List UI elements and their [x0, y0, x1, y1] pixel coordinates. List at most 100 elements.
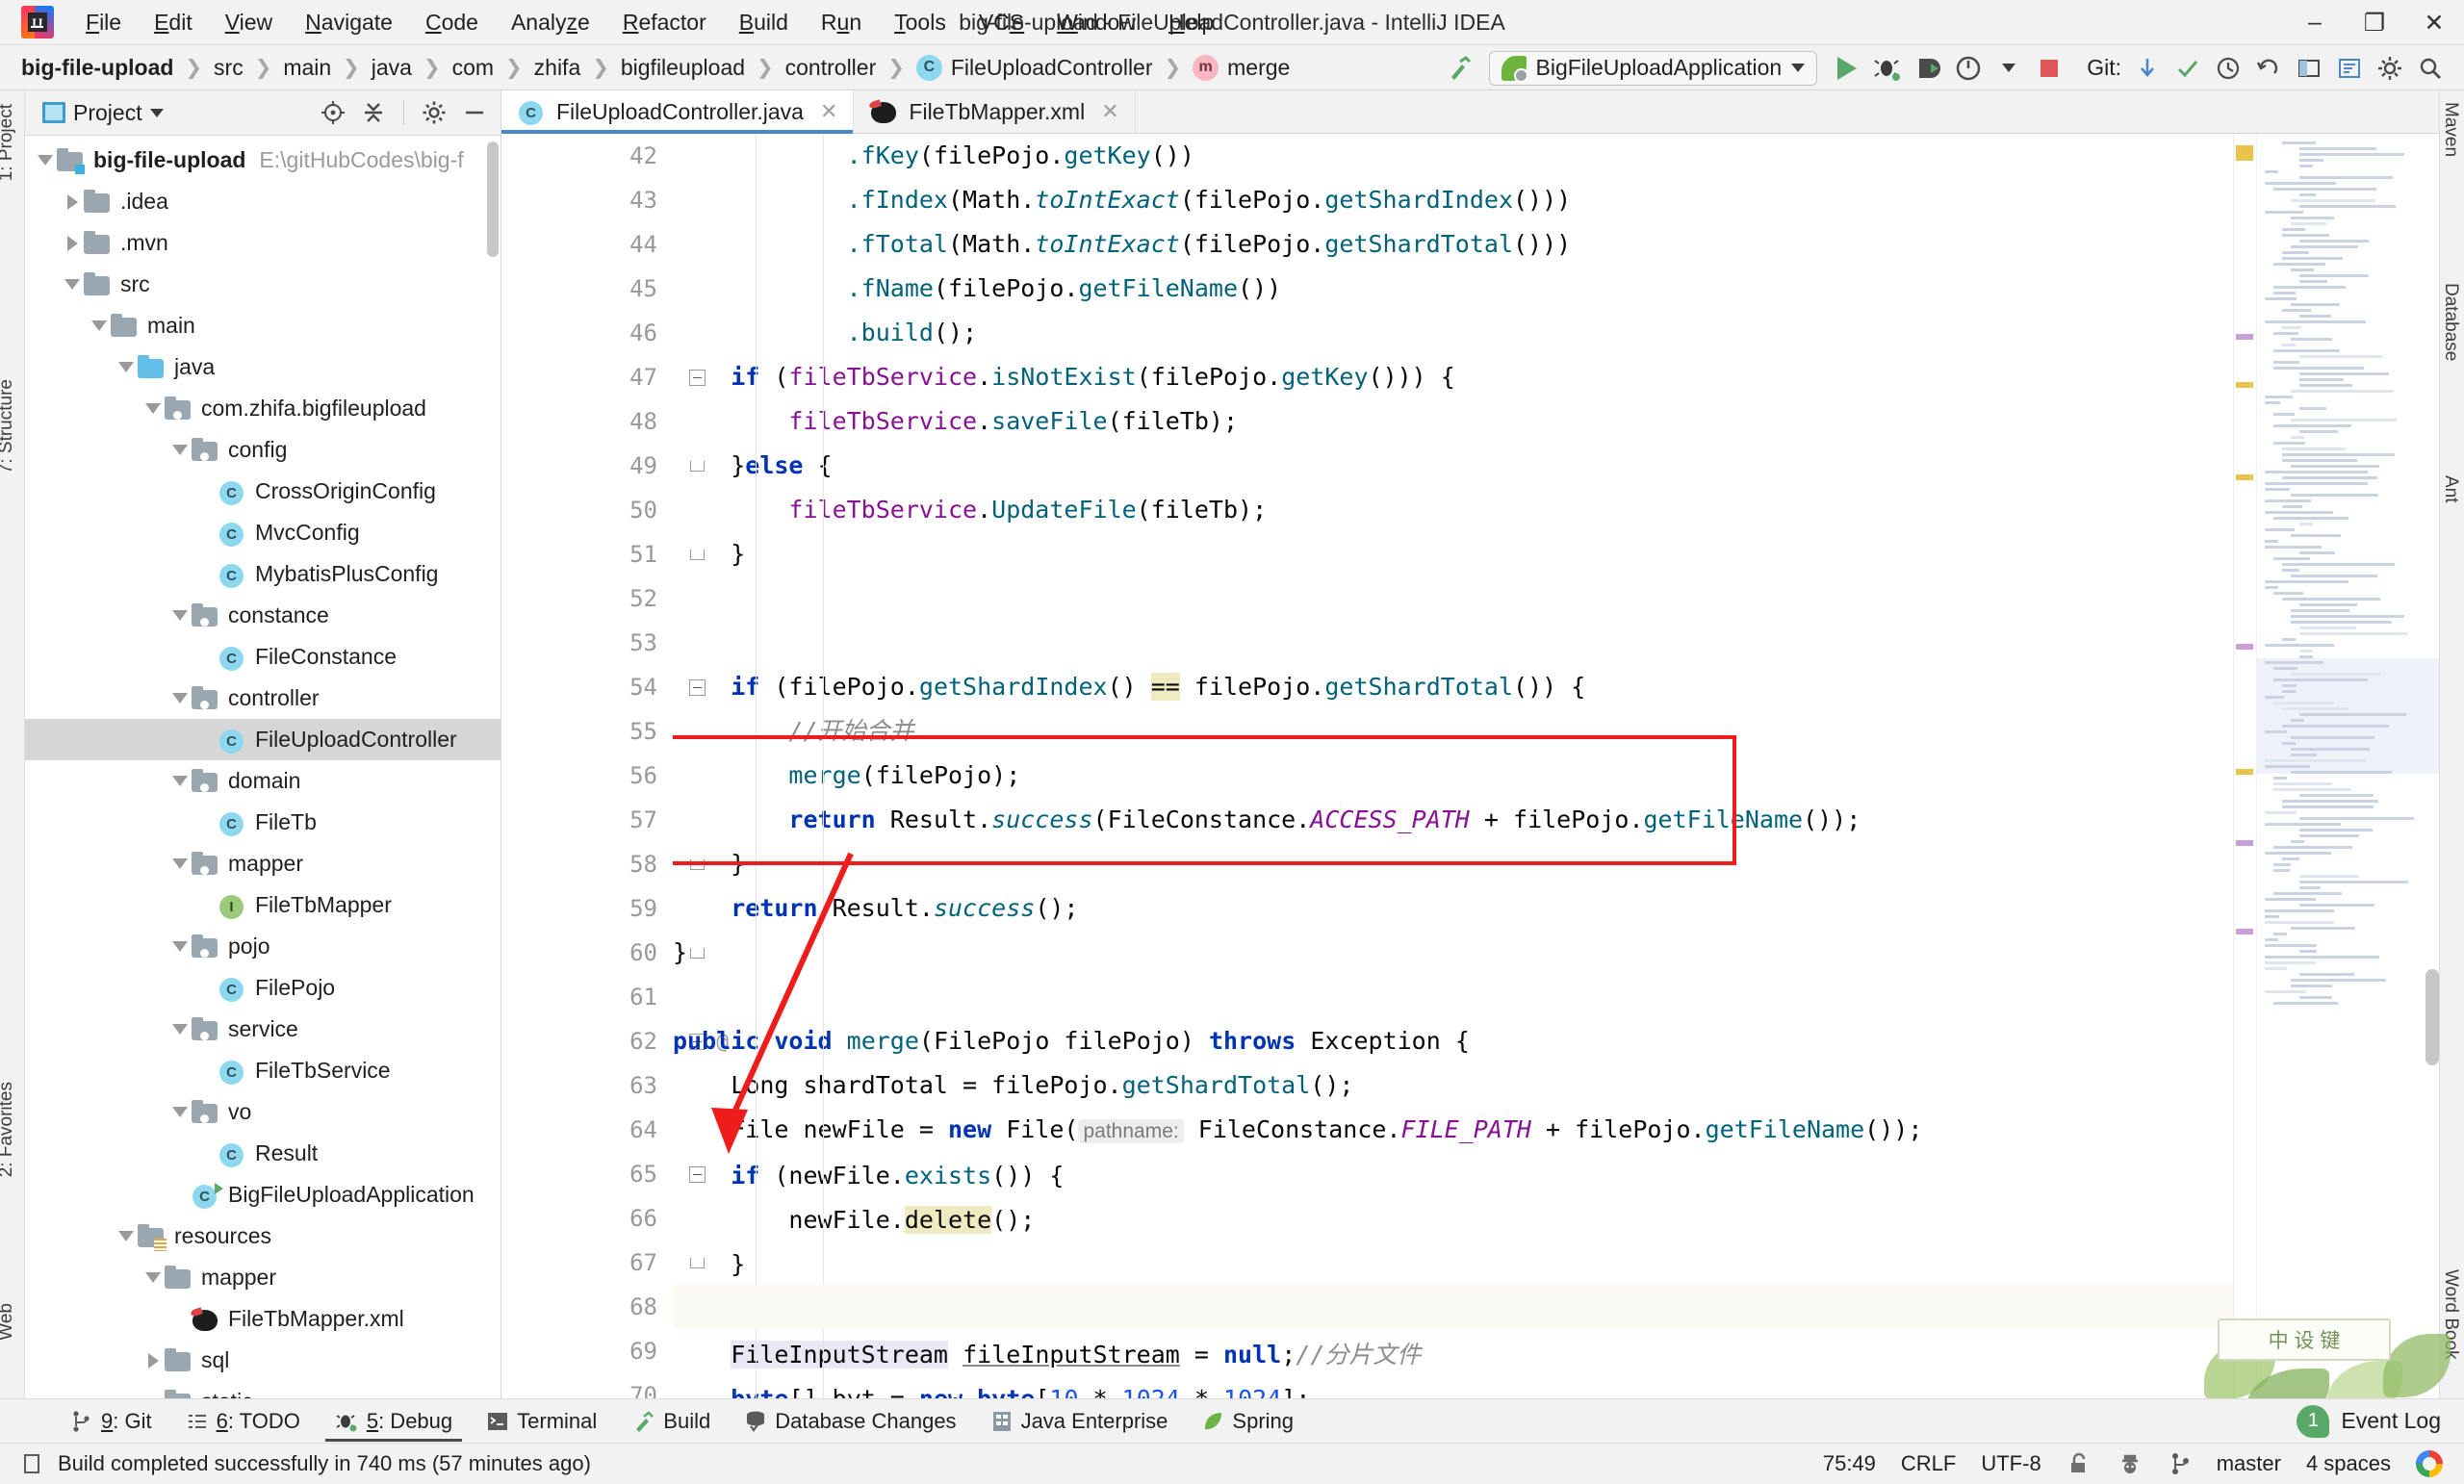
tree-node-java[interactable]: java — [25, 346, 500, 388]
menu-item-view[interactable]: View — [209, 6, 289, 39]
hide-icon[interactable] — [458, 96, 491, 129]
sidebar-item-maven[interactable]: Maven — [2436, 102, 2461, 157]
caret-position[interactable]: 75:49 — [1823, 1451, 1876, 1476]
gutter-line-60[interactable]: 60 — [501, 931, 673, 975]
tool-window-button-todo[interactable]: 6: TODO — [169, 1405, 318, 1438]
collapse-arrow-icon[interactable] — [169, 595, 191, 636]
tree-node-big-file-upload[interactable]: big-file-uploadE:\gitHubCodes\big-f — [25, 140, 500, 181]
sidebar-item-database[interactable]: Database — [2436, 283, 2461, 361]
gutter-line-44[interactable]: 44 — [501, 222, 673, 267]
tool-window-button-database-changes[interactable]: Database Changes — [728, 1405, 973, 1438]
tree-node-vo[interactable]: vo — [25, 1091, 500, 1133]
collapse-arrow-icon[interactable] — [169, 760, 191, 802]
line-separator[interactable]: CRLF — [1901, 1451, 1956, 1476]
menu-item-analyze[interactable]: Analyze — [495, 6, 606, 39]
tool-window-button-spring[interactable]: Spring — [1185, 1405, 1311, 1438]
build-hammer-icon[interactable] — [1439, 48, 1479, 89]
run-with-coverage-button[interactable] — [1908, 48, 1948, 89]
file-encoding[interactable]: UTF-8 — [1981, 1451, 2040, 1476]
menu-item-edit[interactable]: Edit — [138, 6, 209, 39]
collapse-arrow-icon[interactable] — [116, 346, 137, 388]
menu-item-navigate[interactable]: Navigate — [289, 6, 409, 39]
menu-item-refactor[interactable]: Refactor — [606, 6, 723, 39]
gutter-line-61[interactable]: 61 — [501, 975, 673, 1019]
menu-item-code[interactable]: Code — [409, 6, 495, 39]
tree-node-mapper[interactable]: mapper — [25, 843, 500, 884]
collapse-arrow-icon[interactable] — [142, 1257, 164, 1298]
collapse-arrow-icon[interactable] — [169, 843, 191, 884]
menu-item-vcs[interactable]: VCS — [962, 6, 1040, 39]
gutter-line-62[interactable]: 62@ — [501, 1019, 673, 1063]
undo-icon[interactable] — [2248, 48, 2289, 89]
gutter-line-42[interactable]: 42 — [501, 134, 673, 178]
run-button[interactable] — [1827, 48, 1867, 89]
gutter-line-59[interactable]: 59 — [501, 886, 673, 931]
tree-node-crossoriginconfig[interactable]: CCrossOriginConfig — [25, 471, 500, 512]
close-button[interactable]: ✕ — [2404, 0, 2464, 45]
tree-node-filepojo[interactable]: CFilePojo — [25, 967, 500, 1009]
gutter-line-46[interactable]: 46 — [501, 311, 673, 355]
tree-node--mvn[interactable]: .mvn — [25, 222, 500, 264]
breadcrumb[interactable]: big-file-upload❯src❯main❯java❯com❯zhifa❯… — [17, 53, 1294, 83]
tree-node-mapper[interactable]: mapper — [25, 1257, 500, 1298]
breadcrumb-item-zhifa[interactable]: zhifa — [530, 53, 585, 83]
settings-gear-icon[interactable] — [2370, 48, 2410, 89]
editor-gutter[interactable]: 4243444546474849505152535455565758596061… — [501, 134, 673, 1398]
tree-node-src[interactable]: src — [25, 264, 500, 305]
menu-item-window[interactable]: Window — [1040, 6, 1152, 39]
editor-minimap[interactable] — [2256, 134, 2439, 1398]
locate-icon[interactable] — [317, 96, 349, 129]
sidebar-item-ant[interactable]: Ant — [2436, 475, 2461, 503]
sidebar-item-favorites[interactable]: 2: Favorites — [0, 1082, 21, 1177]
collapse-arrow-icon[interactable] — [169, 1091, 191, 1133]
git-commit-icon[interactable] — [2168, 48, 2208, 89]
tree-node-fileuploadcontroller[interactable]: CFileUploadController — [25, 719, 500, 760]
sidebar-item-web[interactable]: Web — [0, 1303, 21, 1341]
tree-node-mybatisplusconfig[interactable]: CMybatisPlusConfig — [25, 553, 500, 595]
gutter-line-68[interactable]: 68 — [501, 1285, 673, 1329]
gutter-line-43[interactable]: 43 — [501, 178, 673, 222]
chevron-down-icon[interactable] — [150, 109, 164, 117]
collapse-all-icon[interactable] — [357, 96, 390, 129]
expand-arrow-icon[interactable] — [142, 1340, 164, 1381]
gutter-line-57[interactable]: 57 — [501, 798, 673, 842]
gutter-line-52[interactable]: 52 — [501, 576, 673, 621]
tree-node-com-zhifa-bigfileupload[interactable]: com.zhifa.bigfileupload — [25, 388, 500, 429]
breadcrumb-item-bigfileupload[interactable]: bigfileupload — [617, 53, 749, 83]
tree-node-domain[interactable]: domain — [25, 760, 500, 802]
debug-button[interactable] — [1867, 48, 1908, 89]
tool-window-button-debug[interactable]: 5: Debug — [318, 1405, 470, 1438]
breadcrumb-item-com[interactable]: com — [449, 53, 498, 83]
gutter-line-66[interactable]: 66 — [501, 1196, 673, 1241]
sidebar-item-project[interactable]: 1: Project — [0, 104, 21, 181]
collapse-arrow-icon[interactable] — [169, 678, 191, 719]
expand-arrow-icon[interactable] — [62, 222, 83, 264]
status-message-icon[interactable] — [21, 1452, 44, 1475]
menu-bar[interactable]: FileEditViewNavigateCodeAnalyzeRefactorB… — [69, 6, 1230, 39]
expand-arrow-icon[interactable] — [62, 181, 83, 222]
collapse-arrow-icon[interactable] — [89, 305, 110, 346]
breadcrumb-item-controller[interactable]: controller — [782, 53, 881, 83]
search-everywhere-structure-icon[interactable] — [2329, 48, 2370, 89]
open-preview-icon[interactable] — [2289, 48, 2329, 89]
git-update-project-icon[interactable] — [2127, 48, 2168, 89]
tree-node-result[interactable]: CResult — [25, 1133, 500, 1174]
tool-window-button-git[interactable]: 9: Git — [54, 1405, 169, 1438]
editor-tabs[interactable]: CFileUploadController.java✕FileTbMapper.… — [501, 90, 2439, 134]
gutter-line-69[interactable]: 69 — [501, 1329, 673, 1373]
collapse-arrow-icon[interactable] — [142, 388, 164, 429]
editor-error-stripe[interactable] — [2233, 134, 2256, 1398]
maximize-button[interactable]: ❐ — [2345, 0, 2404, 45]
unlocked-icon[interactable] — [2066, 1451, 2092, 1476]
event-log-button[interactable]: 1 Event Log — [2297, 1405, 2441, 1438]
gutter-line-50[interactable]: 50 — [501, 488, 673, 532]
project-tree-scrollbar[interactable] — [487, 141, 499, 257]
tree-node-config[interactable]: config — [25, 429, 500, 471]
collapse-arrow-icon[interactable] — [169, 1009, 191, 1050]
tree-node-resources[interactable]: resources — [25, 1215, 500, 1257]
breadcrumb-item-java[interactable]: java — [368, 53, 416, 83]
tree-node-controller[interactable]: controller — [25, 678, 500, 719]
project-tree[interactable]: big-file-uploadE:\gitHubCodes\big-f.idea… — [25, 136, 500, 1398]
breadcrumb-item-fileuploadcontroller[interactable]: CFileUploadController — [912, 53, 1157, 83]
breadcrumb-item-merge[interactable]: mmerge — [1189, 53, 1294, 83]
